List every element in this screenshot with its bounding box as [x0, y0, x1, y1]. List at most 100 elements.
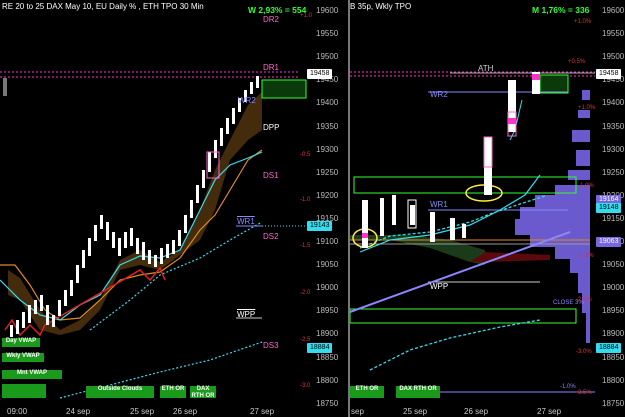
y-tick-label: 19350 [602, 121, 625, 131]
level-wr2: WR2 [430, 90, 448, 99]
level-dr2: DR2 [263, 15, 280, 24]
chart-title: B 35p, Wkly TPO [350, 2, 412, 11]
level-wpp: WPP [430, 282, 449, 291]
y-tick-label: 18800 [316, 375, 339, 385]
candle-bars [10, 76, 259, 337]
y-tick-label: 19300 [316, 144, 339, 154]
pct-label: -2.0% [576, 297, 592, 303]
y-tick-label: 19300 [602, 144, 625, 154]
eth-or-button[interactable]: ETH OR [160, 386, 186, 398]
y-tick-label: 19600 [602, 6, 625, 15]
level-wr1: WR1 [237, 217, 255, 226]
green-box [261, 79, 307, 99]
wkly-vwap-button[interactable]: Wkly VWAP [2, 353, 44, 362]
dax-rth-or-button[interactable]: DAX RTH OR [190, 386, 216, 399]
y-tick-label: 19400 [316, 98, 339, 108]
y-tick-label: 18850 [602, 352, 625, 362]
pct-label: +0.5% [568, 59, 586, 65]
pct-label: -1.5% [578, 253, 594, 259]
pct-label: +1.0 [300, 13, 312, 19]
chart-title: RE 20 to 25 DAX May 10, EU Daily % , ETH… [2, 2, 204, 11]
poc-mark-2 [508, 118, 516, 124]
level-wr1: WR1 [430, 200, 448, 209]
poc-mark-1 [362, 233, 368, 238]
level-ds2: DS2 [263, 232, 279, 241]
level-wr2: WR2 [238, 96, 256, 105]
pct-label: +1.0% [574, 19, 592, 25]
y-tick-label: 19600 [316, 6, 339, 15]
x-tick: 25 sep [130, 407, 155, 416]
y-tick-label: 19500 [602, 52, 625, 62]
y-tick-label: 19000 [602, 283, 625, 293]
cyan-dash-low [369, 319, 541, 371]
y-tick-label: 19350 [316, 121, 339, 131]
pct-label: -1.5 [300, 243, 311, 249]
left-chart-canvas [0, 71, 310, 399]
level-badge-18884: 18884 [596, 343, 622, 353]
dax-rth-or-button[interactable]: DAX RTH OR [396, 386, 440, 398]
price-badge: 19458 [596, 69, 622, 79]
eth-or-button[interactable]: ETH OR [350, 386, 384, 398]
y-tick-label: 19200 [316, 190, 339, 200]
y-tick-label: 19050 [316, 260, 339, 270]
y-tick-label: 18900 [316, 329, 339, 339]
x-tick: sep [351, 407, 364, 416]
pct-label: -3.0% [576, 349, 592, 355]
pct-label: -3.5% [576, 390, 592, 396]
y-tick-label: 18800 [602, 375, 625, 385]
y-tick-label: 19550 [316, 29, 339, 39]
gray-bar [3, 78, 7, 96]
y-tick-label: 19050 [602, 260, 625, 270]
left-chart-panel[interactable]: RE 20 to 25 DAX May 10, EU Daily % , ETH… [0, 0, 348, 417]
x-tick: 27 sep [250, 407, 275, 416]
y-tick-label: 18750 [602, 398, 625, 408]
x-tick: 26 sep [464, 407, 489, 416]
green-button-small[interactable] [2, 384, 46, 398]
level-dpp: DPP [263, 123, 280, 132]
x-tick: 25 sep [403, 407, 428, 416]
x-tick: 27 sep [537, 407, 562, 416]
y-tick-label: 18950 [602, 306, 625, 316]
y-tick-label: 18950 [316, 306, 339, 316]
level-wpp: WPP [237, 310, 256, 319]
level-ath: ATH [478, 64, 494, 73]
level-ds1: DS1 [263, 171, 279, 180]
pct-label: -3.0 [300, 383, 311, 389]
y-tick-label: 19100 [316, 237, 339, 246]
green-zone-2 [350, 308, 577, 324]
pct-label: -2.0 [300, 290, 311, 296]
stat-readout: W 2,93% = 554 [248, 5, 307, 15]
day-vwap-button[interactable]: Day VWAP [2, 338, 40, 347]
price-badge: 19458 [307, 69, 333, 79]
level-ds3: DS3 [263, 341, 279, 350]
pct-label: -1.0% [560, 384, 576, 390]
y-tick-label: 19500 [316, 52, 339, 62]
y-tick-label: 19250 [316, 167, 339, 177]
y-tick-label: 18900 [602, 329, 625, 339]
tpo-candles [362, 72, 540, 248]
mnt-vwap-button[interactable]: Mnt VWAP [2, 370, 62, 379]
green-top-box [539, 74, 569, 94]
level-badge-19148: 19148 [596, 203, 622, 213]
y-tick-label: 18750 [316, 398, 339, 408]
cloud-area [8, 92, 262, 335]
right-chart-panel[interactable]: B 35p, Wkly TPO M 1,76% = 336 ATH WR2 WR… [350, 0, 625, 417]
outside-clouds-button[interactable]: Outside Clouds [86, 386, 154, 398]
x-tick: 24 sep [66, 407, 91, 416]
level-badge-19063: 19063 [596, 237, 622, 247]
level-dr1: DR1 [263, 63, 280, 72]
y-tick-label: 18850 [316, 352, 339, 362]
y-tick-label: 19150 [602, 213, 625, 223]
y-tick-label: 19400 [602, 98, 625, 108]
pct-label: -1.0 [300, 197, 311, 203]
x-tick: 09:00 [7, 407, 28, 416]
pct-label: -0.5 [300, 152, 311, 158]
poc-mark-3 [532, 74, 540, 80]
pct-label: -1.0% [578, 183, 594, 189]
y-tick-label: 19000 [316, 283, 339, 293]
stat-readout: M 1,76% = 336 [532, 5, 590, 15]
y-tick-label: 19250 [602, 167, 625, 177]
level-badge-19143: 19143 [307, 221, 333, 231]
x-tick: 26 sep [173, 407, 198, 416]
green-zone-1 [353, 176, 577, 194]
